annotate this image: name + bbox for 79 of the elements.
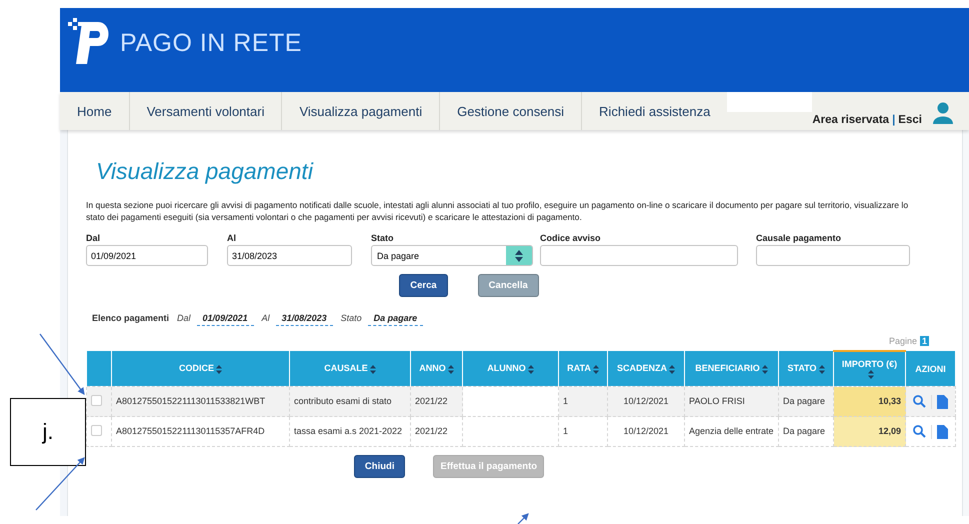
status-select[interactable]: Da pagare [371,245,533,266]
field-label: Al [227,233,237,243]
row-checkbox[interactable] [91,394,102,406]
column-header[interactable]: STATO [778,351,834,386]
sort-icon [216,364,222,374]
close-button[interactable]: Chiudi [354,455,406,478]
column-header[interactable]: BENEFICIARIO [684,351,778,386]
summary-value: 01/09/2021 [196,313,254,326]
table-cell: contributo esami di stato [290,386,410,416]
field-label: Causale pagamento [756,233,842,243]
column-header[interactable]: IMPORTO (€) [834,351,906,386]
summary-label: Al [262,313,270,323]
page-title: Visualizza pagamenti [96,158,314,185]
column-header[interactable]: AZIONI [906,351,955,386]
document-icon[interactable] [936,394,948,408]
table-cell: 1 [558,416,608,446]
column-header[interactable]: CODICE [112,351,290,386]
sort-icon [448,364,454,374]
summary-value: Da pagare [368,313,424,326]
column-header[interactable]: SCADENZA [608,351,684,386]
nav-link[interactable]: Versamenti volontari [130,92,282,130]
summary-label: Stato [340,313,362,323]
logout-link[interactable]: Esci [898,114,922,126]
column-header[interactable]: ALUNNO [462,351,558,386]
table-cell: Agenzia delle entrate [684,416,778,446]
nav-link[interactable]: Visualizza pagamenti [282,92,440,130]
search-icon[interactable] [912,395,926,408]
description-text: In questa sezione puoi ricercare gli avvisi di pagamento notificati dalle scuole, intestati agli alunni associati al tuo profilo, eseguire un pagamento on-line o scaricare il documento per pagare sul territorio, visualizzare lo stato dei pagamenti eseguiti (sia versamenti volontari o che pagamenti per avvisi ricevuti) e scaricare le attestazioni di pagamento. [86,199,910,223]
table-cell: A8012755015221113011533821WBT [112,386,290,416]
sort-icon [528,364,534,374]
input-field[interactable]: 31/08/2023 [227,245,352,266]
reserved-area-link[interactable]: Area riservata [812,114,890,126]
table-cell: A80127550152211130115357AFR4D [112,416,290,446]
table-cell: 10/12/2021 [608,416,684,446]
table-cell: 2021/22 [410,386,462,416]
annotation-arrow [40,334,85,395]
table-cell: 10,33 [834,386,906,416]
page-link[interactable]: 1 [920,336,929,346]
sort-icon [592,364,599,374]
table-cell: Da pagare [778,386,834,416]
column-header[interactable]: RATA [558,351,608,386]
sort-arrows-icon [515,250,523,262]
sort-icon [762,364,768,374]
field-label: Codice avviso [540,233,602,243]
column-header[interactable]: CAUSALE [290,351,410,386]
sort-icon [370,364,376,374]
summary-value: 31/08/2023 [276,313,333,326]
field-label: Stato [371,233,394,243]
annotation-arrow [36,457,85,510]
table-cell: 2021/22 [410,416,462,446]
summary-label: Dal [177,313,191,323]
table-cell: 12,09 [834,416,906,446]
user-icon[interactable] [932,102,953,124]
table-cell: 1 [558,386,608,416]
nav-link[interactable]: Richiedi assistenza [582,92,728,130]
annotation-arrow [518,513,529,524]
nav-link[interactable]: Gestione consensi [440,92,582,130]
sort-icon [818,364,824,374]
document-icon[interactable] [936,424,948,438]
table-cell: 10/12/2021 [608,386,684,416]
pager-label: Pagine [888,336,917,346]
table-cell: PAOLO FRISI [684,386,778,416]
separator-text: | [892,114,896,126]
search-button[interactable]: Cerca [399,274,448,297]
sort-icon [868,370,874,380]
row-checkbox[interactable] [91,424,102,436]
search-icon[interactable] [912,425,926,438]
list-title: Elenco pagamenti [92,313,170,323]
column-header[interactable]: ANNO [410,351,462,386]
header-cell [86,351,112,386]
input-field[interactable] [756,245,910,266]
logo-text: PAGO IN RETE [120,28,302,58]
input-field[interactable]: 01/09/2021 [86,245,208,266]
table-cell: tassa esami a.s 2021-2022 [290,416,410,446]
annotation-label: j. [10,398,86,466]
field-label: Dal [86,233,102,243]
sort-icon [669,364,675,374]
table-cell: Da pagare [778,416,834,446]
input-field[interactable] [540,245,738,266]
